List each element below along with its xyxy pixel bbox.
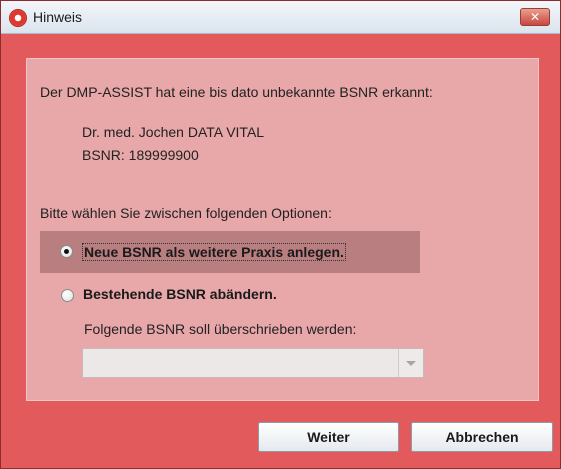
window-title: Hinweis [33, 9, 83, 25]
cancel-button[interactable]: Abbrechen [411, 422, 553, 452]
chevron-down-icon[interactable] [398, 349, 423, 377]
doctor-name: Dr. med. Jochen DATA VITAL [82, 124, 265, 140]
option-existing-bsnr-label[interactable]: Bestehende BSNR abändern. [83, 286, 277, 302]
options-prompt: Bitte wählen Sie zwischen folgenden Opti… [40, 205, 332, 221]
option-new-bsnr-label[interactable]: Neue BSNR als weitere Praxis anlegen. [82, 243, 346, 261]
intro-text: Der DMP-ASSIST hat eine bis dato unbekan… [40, 84, 433, 100]
bsnr-select[interactable] [82, 348, 424, 378]
app-icon [10, 10, 26, 26]
radio-new-bsnr[interactable] [60, 245, 73, 258]
overwrite-label: Folgende BSNR soll überschrieben werden: [84, 321, 357, 337]
close-icon: ✕ [529, 10, 541, 24]
content-panel: Der DMP-ASSIST hat eine bis dato unbekan… [26, 58, 539, 401]
option-new-bsnr-row[interactable]: Neue BSNR als weitere Praxis anlegen. [40, 231, 420, 273]
radio-existing-bsnr[interactable] [61, 289, 74, 302]
title-bar[interactable]: Hinweis ✕ [1, 1, 560, 34]
dialog-window: Hinweis ✕ Der DMP-ASSIST hat eine bis da… [0, 0, 561, 469]
bsnr-value: BSNR: 189999900 [82, 147, 199, 163]
next-button[interactable]: Weiter [258, 422, 399, 452]
close-button[interactable]: ✕ [520, 8, 550, 26]
